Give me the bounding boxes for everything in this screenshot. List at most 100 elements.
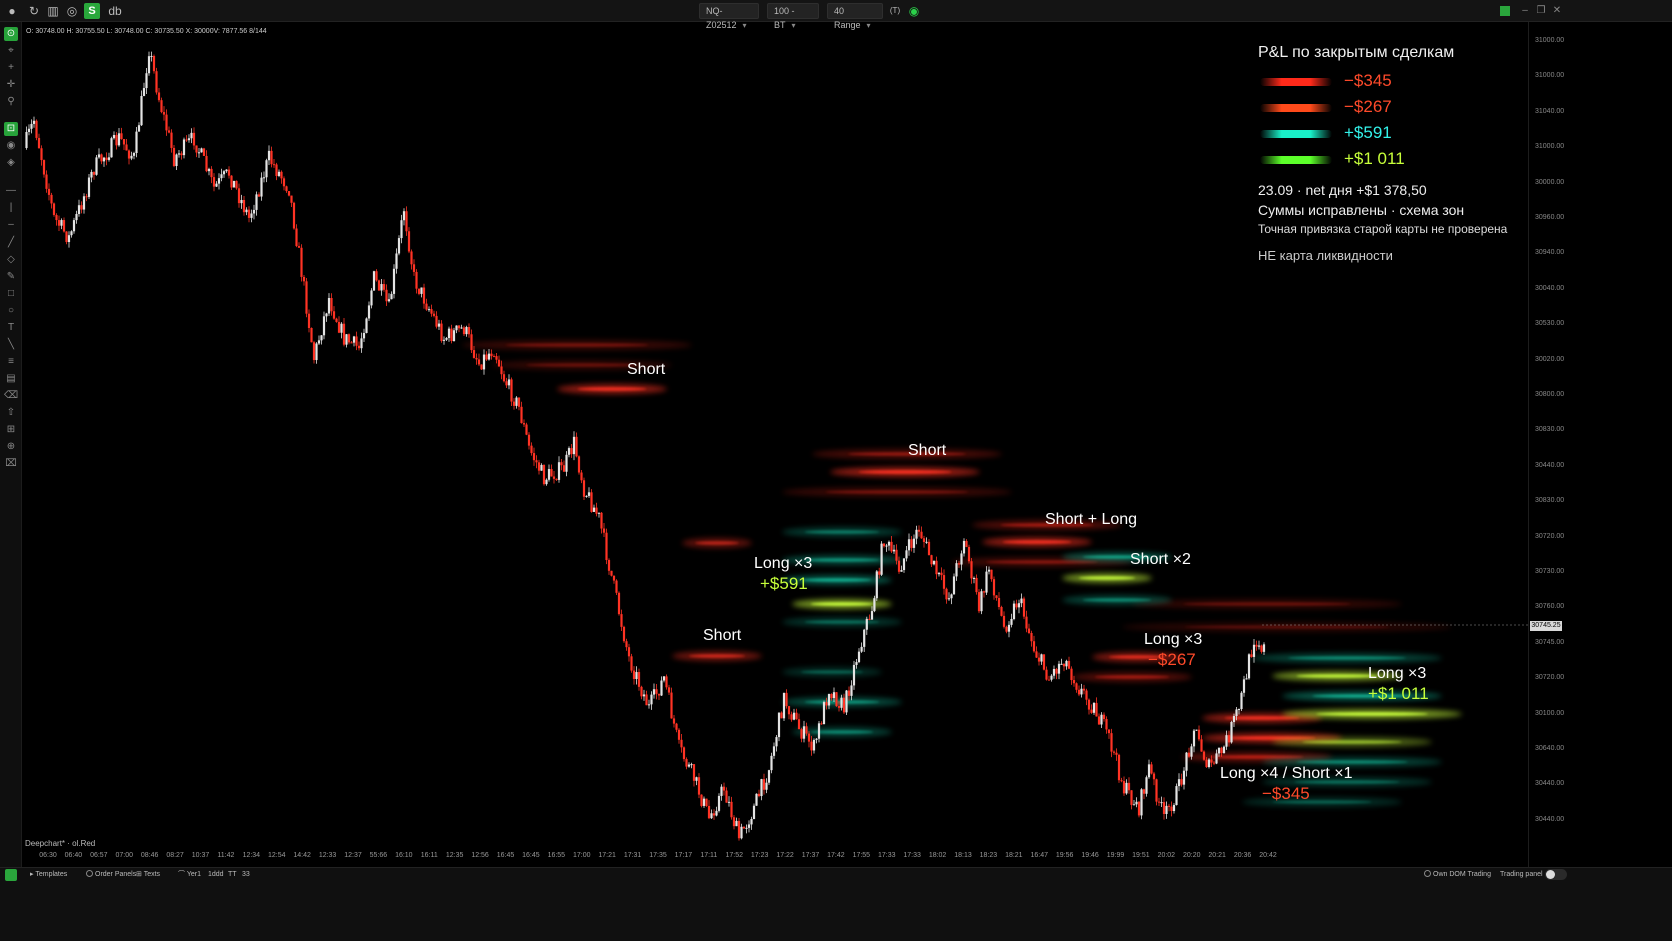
misc-button-4[interactable]: 33: [242, 870, 250, 880]
templates-button[interactable]: ▸ Templates: [30, 870, 67, 880]
close-icon[interactable]: ✕: [1550, 4, 1564, 18]
arrow-icon[interactable]: ⇧: [4, 406, 18, 420]
candle-body: [175, 154, 178, 167]
dom-trading-toggle[interactable]: Own DOM Trading: [1424, 870, 1491, 880]
legend-title: P&L по закрытым сделкам: [1258, 44, 1455, 61]
candle-body: [357, 345, 361, 349]
heat-zone-core: [804, 558, 880, 562]
vline-icon[interactable]: |: [4, 201, 18, 215]
candle-body: [620, 614, 623, 627]
candle-body: [152, 55, 156, 72]
candle-body: [780, 712, 783, 719]
candle-body: [1192, 730, 1196, 747]
misc-button-2[interactable]: 1ddd: [208, 870, 224, 880]
target-icon[interactable]: ◎: [64, 3, 80, 19]
price-tick: 30745.00: [1535, 638, 1565, 646]
workspace-icon[interactable]: [5, 869, 17, 881]
range-select[interactable]: 40 Range ▾: [827, 3, 883, 30]
candle-body: [1130, 790, 1133, 805]
pencil-icon[interactable]: ✎: [4, 270, 18, 284]
fib-icon[interactable]: ≡: [4, 355, 18, 369]
annotation-short-3: Short: [703, 627, 742, 644]
minimize-icon[interactable]: –: [1518, 4, 1532, 18]
candle-body: [932, 560, 936, 565]
candle-body: [70, 231, 73, 236]
eraser-icon[interactable]: ⌫: [4, 389, 18, 403]
symbol-select[interactable]: NQ-Z02512 ▾: [699, 3, 759, 30]
chart-type-icon[interactable]: ▥: [45, 3, 61, 19]
candle-body: [542, 464, 546, 485]
status-green-icon[interactable]: ●: [4, 3, 20, 19]
candle-body: [302, 276, 306, 282]
candle-body: [827, 694, 831, 706]
candle-body: [1217, 747, 1221, 754]
candle-body: [1160, 802, 1163, 804]
candle-body: [265, 160, 268, 178]
candle-body: [527, 434, 531, 446]
candle-body: [217, 178, 221, 184]
restore-icon[interactable]: ❐: [1534, 4, 1548, 18]
trading-panel-toggle[interactable]: [1545, 869, 1567, 880]
move-icon[interactable]: ✛: [4, 78, 18, 92]
eye-icon[interactable]: ◉: [4, 139, 18, 153]
candle-body: [807, 733, 811, 742]
redo-icon[interactable]: ↻: [26, 3, 42, 19]
ruler-icon[interactable]: ◇: [4, 253, 18, 267]
candle-body: [427, 309, 431, 311]
time-tick: 08:46: [140, 852, 159, 859]
ellipse-icon[interactable]: ○: [4, 304, 18, 318]
candle-body: [1122, 781, 1126, 794]
trash-icon[interactable]: ⌧: [4, 457, 18, 471]
time-tick: 12:34: [242, 852, 261, 859]
grid-icon[interactable]: ⊞: [4, 423, 18, 437]
annotation-value: −$267: [1148, 650, 1196, 669]
candle-body: [465, 327, 468, 335]
candle-body: [890, 541, 893, 552]
annotation-long4: Long ×4 / Short ×1 −$345: [1220, 764, 1353, 804]
extra-toggle[interactable]: (T): [887, 3, 903, 19]
candle-body: [517, 397, 521, 407]
misc-button-3[interactable]: TT: [228, 870, 237, 880]
trendline-icon[interactable]: ╱: [4, 236, 18, 250]
price-tick: 30830.00: [1535, 497, 1565, 505]
candle-body: [707, 805, 711, 819]
hline-icon[interactable]: —: [4, 184, 18, 198]
price-axis[interactable]: 31000.00 31000.00 31040.00 31000.00 30000.00…: [1528, 22, 1572, 907]
candle-body: [557, 462, 561, 480]
texts-button[interactable]: ⊞ Texts: [136, 870, 160, 880]
bars-select[interactable]: 100 - BT ▾: [767, 3, 819, 30]
zoom-icon[interactable]: ⚲: [4, 95, 18, 109]
candle-body: [342, 323, 346, 345]
heat-zone-core: [858, 470, 952, 474]
time-axis[interactable]: 06:30 06:40 06:57 07:00 08:46 08:27 10:37 11:42…: [22, 851, 1532, 863]
connection-icon[interactable]: ◉: [906, 3, 922, 19]
candle-body: [202, 148, 206, 156]
magnet-icon[interactable]: ⊡: [4, 122, 18, 136]
layers-icon[interactable]: ▤: [4, 372, 18, 386]
rectangle-icon[interactable]: □: [4, 287, 18, 301]
legend-row: −$267: [1258, 96, 1528, 122]
ray-icon[interactable]: –: [4, 218, 18, 232]
layout-icon[interactable]: [1500, 6, 1510, 16]
candle-body: [250, 213, 253, 218]
candle-body: [1210, 759, 1213, 763]
link-icon[interactable]: ⊙: [4, 27, 18, 41]
legend-not-liquidity: НЕ карта ликвидности: [1258, 248, 1393, 263]
candle-body: [1082, 688, 1086, 691]
tag-icon[interactable]: ◈: [4, 156, 18, 170]
order-panels-button[interactable]: Order Panels: [86, 870, 136, 880]
misc-button-1[interactable]: ⌒ Yer1: [178, 870, 201, 880]
lock-icon[interactable]: ⊕: [4, 440, 18, 454]
db-icon[interactable]: db: [104, 3, 126, 19]
heat-zone-core: [1082, 598, 1152, 602]
candle-body: [975, 577, 978, 593]
candle-body: [940, 572, 943, 576]
crosshair-icon[interactable]: +: [4, 61, 18, 75]
s-app-icon[interactable]: S: [84, 3, 100, 19]
candle-body: [392, 268, 396, 294]
cursor-icon[interactable]: ⌖: [4, 44, 18, 58]
text-icon[interactable]: T: [4, 321, 18, 335]
brush-icon[interactable]: ╲: [4, 338, 18, 352]
candle-body: [990, 569, 993, 580]
candle-body: [715, 810, 718, 816]
